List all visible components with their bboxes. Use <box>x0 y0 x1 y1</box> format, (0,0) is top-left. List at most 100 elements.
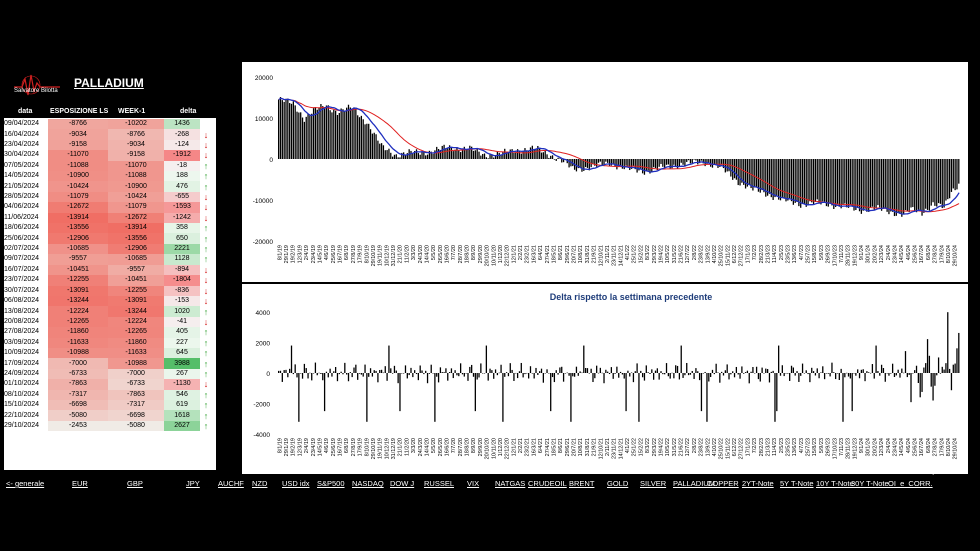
delta-bar <box>636 363 638 373</box>
delta-bar <box>278 370 280 373</box>
nav-link-nasdaq[interactable]: NASDAQ <box>352 479 384 488</box>
delta-bar <box>836 373 839 374</box>
delta-bar <box>471 364 473 373</box>
delta-bar <box>388 345 390 373</box>
delta-bar <box>649 373 651 374</box>
position-bar <box>333 109 335 159</box>
nav-link-s-p500[interactable]: S&P500 <box>317 479 345 488</box>
delta-bar <box>667 373 670 377</box>
position-bar <box>757 159 760 192</box>
position-bar <box>880 159 883 211</box>
delta-bar <box>511 369 513 373</box>
delta-bar <box>428 373 431 374</box>
position-bar <box>673 159 675 165</box>
delta-bar <box>682 373 684 378</box>
position-bar <box>377 140 379 159</box>
nav-link-jpy[interactable]: JPY <box>186 479 200 488</box>
nav-link-5y-t-note[interactable]: 5Y T-Note <box>780 479 814 488</box>
position-bar <box>355 109 357 159</box>
cell-esp: -13914 <box>48 212 108 224</box>
delta-bar <box>323 373 326 412</box>
x-tick-label: 20/7/21 <box>572 438 578 456</box>
x-tick-label: 12/3/19 <box>297 438 303 456</box>
nav-link-crudeoil[interactable]: CRUDEOIL <box>528 479 567 488</box>
arrow-up-icon: ↑ <box>203 181 209 192</box>
arrow-up-icon: ↑ <box>203 420 209 431</box>
delta-bar <box>553 373 556 383</box>
delta-bar <box>452 373 454 379</box>
position-bar <box>469 145 471 159</box>
nav-link-generale[interactable]: <- generale <box>6 479 44 488</box>
x-tick-label: 23/8/22 <box>699 438 705 456</box>
nav-link-vix[interactable]: VIX <box>467 479 479 488</box>
position-bar <box>382 145 385 159</box>
nav-link-silver[interactable]: SILVER <box>640 479 666 488</box>
x-tick-label: 12/3/24 <box>879 438 885 456</box>
x-tick-label: 23/4/19 <box>311 245 317 263</box>
delta-bar <box>627 370 629 373</box>
position-bar <box>866 159 868 212</box>
delta-bar <box>371 373 374 377</box>
chart-panel: 20000 10000 0 -10000 -20000 8/1/19 29/1/19 19/2… <box>242 62 968 474</box>
nav-link-oi-e-corr[interactable]: OI_e_CORR. <box>888 479 933 488</box>
nav-link-2yt-note[interactable]: 2YT-Note <box>742 479 774 488</box>
position-bar <box>943 159 945 208</box>
position-bar <box>735 159 738 180</box>
delta-bar <box>483 373 486 374</box>
delta-bar <box>936 373 938 376</box>
arrow-down-icon: ↓ <box>203 150 209 161</box>
delta-bar <box>298 373 300 422</box>
delta-bar <box>292 373 294 375</box>
position-bar <box>871 159 874 207</box>
cell-delta: -1593 <box>164 202 200 213</box>
x-tick-label: 2/4/24 <box>886 245 892 260</box>
cell-week: -13244 <box>108 306 164 317</box>
delta-bar <box>763 373 765 374</box>
position-bar <box>561 159 563 163</box>
nav-link-brent[interactable]: BRENT <box>569 479 594 488</box>
arrow-up-icon: ↑ <box>203 306 209 317</box>
delta-bar <box>605 369 607 373</box>
delta-bar <box>432 373 434 374</box>
delta-bar <box>546 369 548 373</box>
nav-link-copper[interactable]: COPPER <box>707 479 739 488</box>
delta-bar <box>746 370 749 373</box>
nav-link-auchf[interactable]: AUCHF <box>218 479 244 488</box>
x-tick-label: 14/4/20 <box>424 438 430 456</box>
delta-bar <box>632 373 635 383</box>
delta-bar <box>456 373 458 376</box>
nav-link-usd-idx[interactable]: USD idx <box>282 479 310 488</box>
position-bar <box>831 159 833 206</box>
position-bar <box>555 159 557 161</box>
cell-esp: -11070 <box>48 150 108 161</box>
delta-bar <box>375 370 377 373</box>
nav-link-dow-j[interactable]: DOW J <box>390 479 414 488</box>
delta-bar <box>869 372 872 374</box>
delta-bar <box>607 371 609 373</box>
cell-date: 01/10/2024 <box>4 379 48 390</box>
nav-link-natgas[interactable]: NATGAS <box>495 479 525 488</box>
position-bar <box>739 159 741 186</box>
cell-delta: 2221 <box>164 243 200 255</box>
nav-link-eur[interactable]: EUR <box>72 479 88 488</box>
nav-link-30y-t-note[interactable]: 30Y T-Note <box>851 479 889 488</box>
nav-link-gold[interactable]: GOLD <box>607 479 628 488</box>
cell-esp: -10988 <box>48 347 108 359</box>
position-bar <box>748 159 750 185</box>
position-bar <box>787 159 789 201</box>
position-bar <box>768 159 771 194</box>
nav-link-gbp[interactable]: GBP <box>127 479 143 488</box>
position-bar <box>373 132 375 159</box>
position-bar <box>550 155 552 159</box>
delta-bar <box>842 373 844 422</box>
position-bar <box>480 155 482 159</box>
nav-link-nzd[interactable]: NZD <box>252 479 267 488</box>
delta-bar <box>803 373 806 374</box>
delta-bar <box>312 373 315 374</box>
position-bar <box>366 123 368 159</box>
delta-bar <box>851 373 853 412</box>
nav-link-russel[interactable]: RUSSEL <box>424 479 454 488</box>
delta-bar <box>342 373 344 375</box>
nav-link-10y-t-note[interactable]: 10Y T-Note <box>816 479 854 488</box>
x-tick-label: 31/12/19 <box>391 245 397 266</box>
